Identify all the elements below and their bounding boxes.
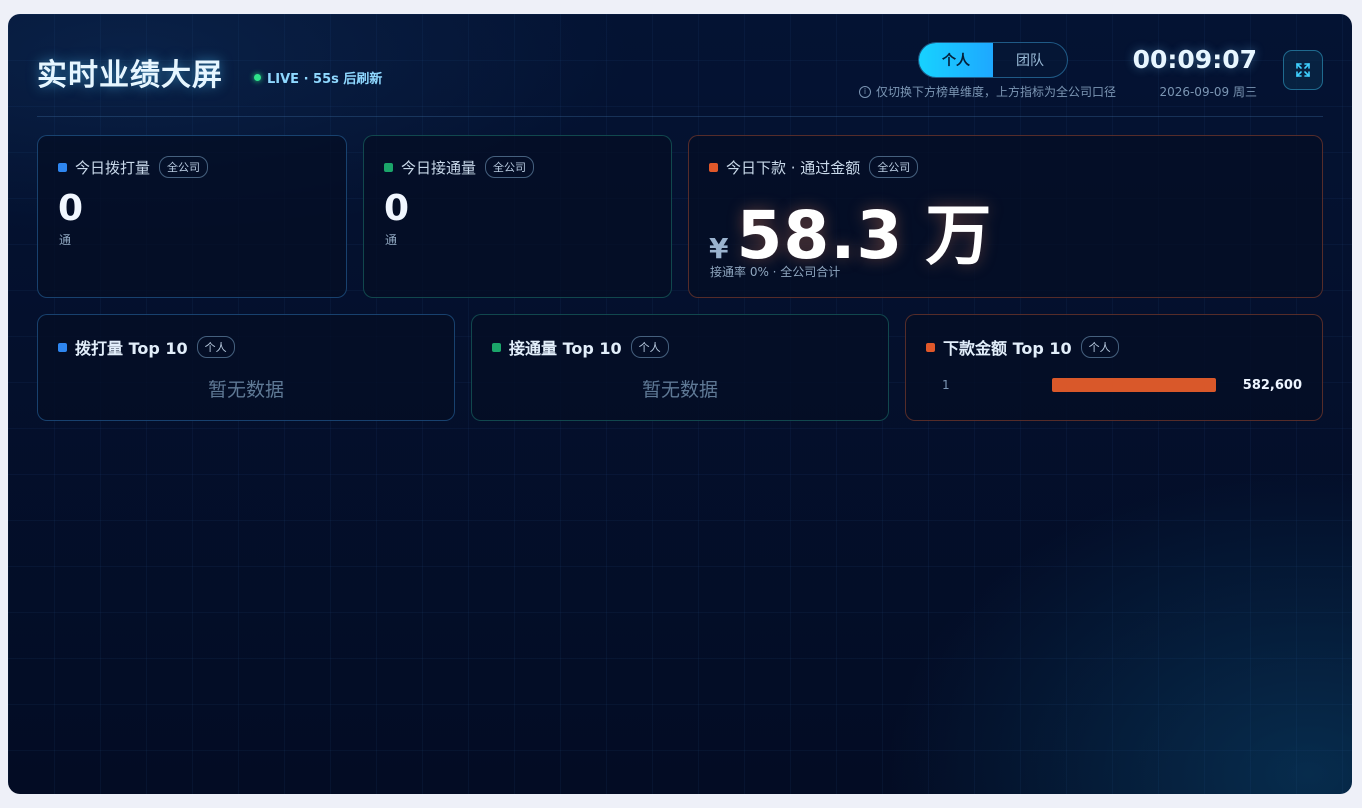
empty-state: 暂无数据 [207, 379, 284, 401]
kpi-connected-value: 0 [384, 188, 410, 229]
scope-badge: 全公司 [869, 156, 919, 178]
kpi-amount-header: 今日下款 · 通过金额 全公司 [709, 156, 919, 178]
orange-square-icon [926, 342, 935, 352]
scope-badge: 全公司 [485, 156, 535, 178]
toggle-team[interactable]: 团队 [993, 43, 1067, 77]
fullscreen-icon [1296, 63, 1310, 77]
ranking-row: 1 582,600 [942, 377, 1302, 393]
kpi-amount-unit: 万 [925, 197, 992, 274]
blue-square-icon [58, 162, 67, 172]
ranking-calls-title: 拨打量 Top 10 [75, 339, 188, 358]
orange-square-icon [709, 162, 718, 172]
kpi-calls-label: 今日拨打量 [75, 158, 151, 177]
ranking-amount-title: 下款金额 Top 10 [943, 339, 1072, 358]
clock: 00:09:07 [1132, 45, 1257, 74]
rank-value: 582,600 [1242, 377, 1302, 393]
kpi-card-connected: 今日接通量 全公司 0 通 [363, 135, 672, 298]
ranking-calls-header: 拨打量 Top 10 个人 [58, 335, 235, 359]
fullscreen-button[interactable] [1283, 50, 1323, 90]
page-title: 实时业绩大屏 [37, 58, 223, 93]
empty-state: 暂无数据 [641, 379, 718, 401]
kpi-amount-label: 今日下款 · 通过金额 [726, 158, 861, 177]
scope-toggle[interactable]: 个人 团队 [918, 42, 1068, 78]
kpi-connected-header: 今日接通量 全公司 [384, 156, 535, 178]
ranking-card-amount: 下款金额 Top 10 个人 1 582,600 [905, 314, 1323, 421]
rank-number: 1 [942, 378, 950, 392]
ranking-connected-header: 接通量 Top 10 个人 [492, 335, 669, 359]
kpi-calls-header: 今日拨打量 全公司 [58, 156, 209, 178]
live-refresh-text: LIVE · 55s 后刷新 [267, 72, 383, 87]
scope-badge: 个人 [630, 336, 669, 358]
ranking-card-connected: 接通量 Top 10 个人 暂无数据 [471, 314, 889, 421]
toggle-note: i 仅切换下方榜单维度，上方指标为全公司口径 [859, 83, 1116, 100]
currency-symbol: ¥ [709, 232, 729, 265]
green-square-icon [492, 342, 501, 352]
kpi-connected-unit: 通 [385, 233, 398, 247]
ranking-card-calls: 拨打量 Top 10 个人 暂无数据 [37, 314, 455, 421]
kpi-calls-value: 0 [58, 188, 84, 229]
info-icon: i [859, 85, 871, 98]
rank-bar [1052, 378, 1216, 392]
kpi-calls-unit: 通 [59, 233, 72, 247]
kpi-card-amount: 今日下款 · 通过金额 全公司 ¥ 58.3 万 接通率 0% · 全公司合计 [688, 135, 1323, 298]
live-indicator: LIVE · 55s 后刷新 [254, 68, 382, 87]
date-label: 2026-09-09 周三 [1159, 85, 1257, 99]
kpi-connected-label: 今日接通量 [401, 158, 477, 177]
live-dot-icon [254, 74, 261, 81]
green-square-icon [384, 162, 393, 172]
scope-badge: 个人 [1080, 336, 1119, 358]
kpi-card-calls: 今日拨打量 全公司 0 通 [37, 135, 347, 298]
toggle-note-text: 仅切换下方榜单维度，上方指标为全公司口径 [876, 85, 1117, 99]
rank-bar-track [1052, 378, 1216, 392]
dashboard-screen: 实时业绩大屏 LIVE · 55s 后刷新 个人 团队 i 仅切换下方榜单维度，… [8, 14, 1352, 794]
toggle-personal[interactable]: 个人 [919, 43, 993, 77]
scope-badge: 个人 [196, 336, 235, 358]
blue-square-icon [58, 342, 67, 352]
header-divider [37, 116, 1323, 117]
kpi-amount-subtext: 接通率 0% · 全公司合计 [710, 265, 841, 279]
ranking-amount-header: 下款金额 Top 10 个人 [926, 335, 1119, 359]
scope-badge: 全公司 [159, 156, 209, 178]
ranking-connected-title: 接通量 Top 10 [509, 339, 622, 358]
